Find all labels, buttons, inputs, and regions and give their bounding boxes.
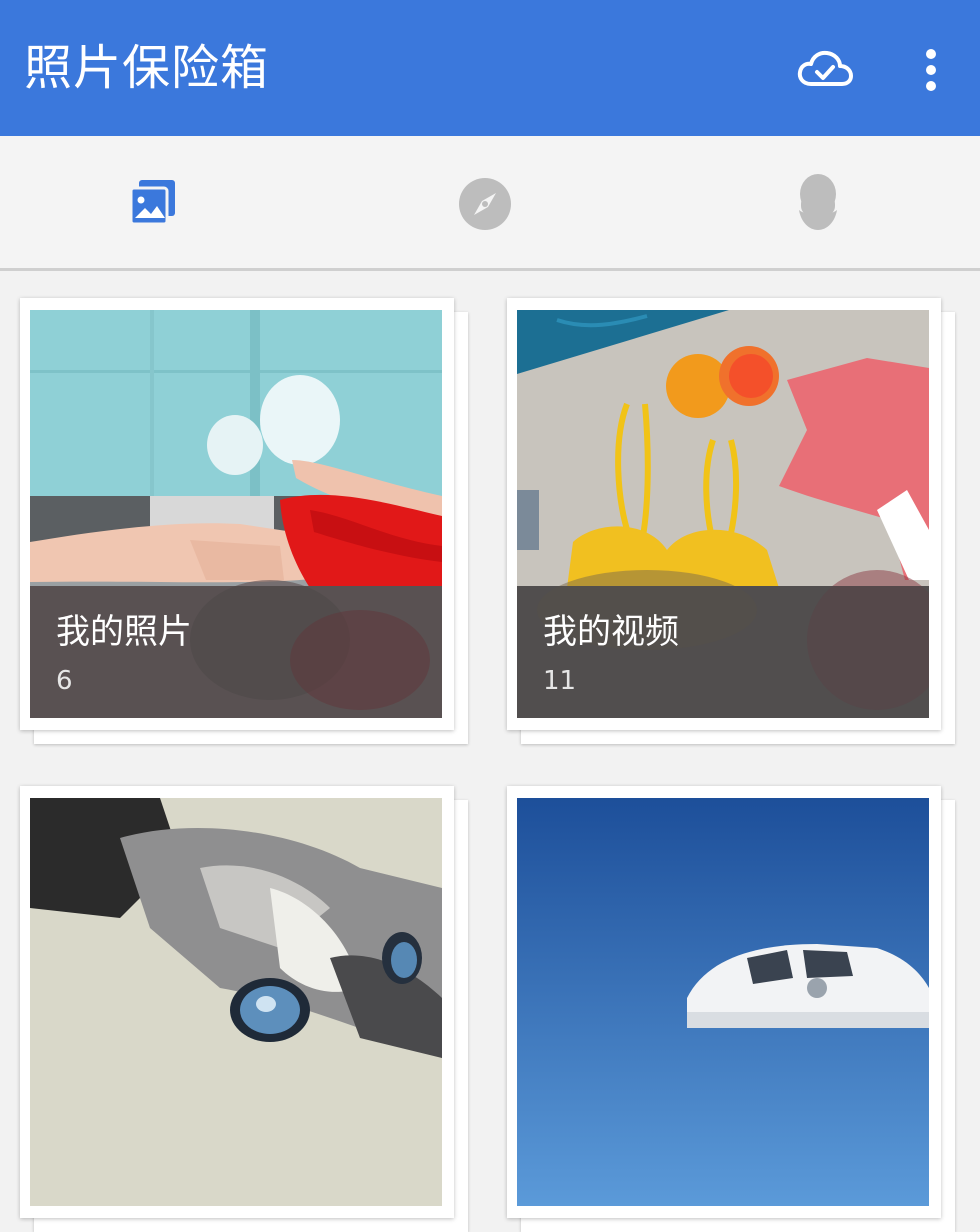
more-vert-icon [926,49,936,91]
album-card-frame: 我的视频 11 [507,298,941,730]
album-title: 我的照片 [56,612,192,652]
album-card-frame [507,786,941,1218]
album-thumbnail: 我的照片 6 [30,310,442,718]
album-card-frame [20,786,454,1218]
tab-bar [0,136,980,271]
app-title: 照片保险箱 [24,40,270,96]
album-caption: 我的视频 11 [517,586,929,718]
album-thumbnail: 我的视频 11 [517,310,929,718]
cloud-sync-button[interactable] [796,44,854,96]
album-title: 我的视频 [543,612,679,652]
cloud-check-icon [797,50,853,86]
album-thumbnail [30,798,442,1206]
album-card-frame: 我的照片 6 [20,298,454,730]
album-card-3[interactable] [20,786,468,1232]
album-card-videos[interactable]: 我的视频 11 [507,298,955,744]
tab-profile[interactable] [654,136,980,268]
overflow-menu-button[interactable] [914,44,948,96]
compass-icon [459,178,511,230]
album-card-4[interactable] [507,786,955,1232]
tab-discover[interactable] [327,136,653,268]
app-bar: 照片保险箱 [0,0,980,136]
tab-photos[interactable] [0,136,326,268]
album-thumbnail [517,798,929,1206]
album-caption: 我的照片 6 [30,586,442,718]
album-card-photos[interactable]: 我的照片 6 [20,298,468,744]
album-count: 6 [56,666,73,696]
person-icon [799,174,837,230]
album-count: 11 [543,666,577,696]
photo-library-icon [129,180,175,226]
